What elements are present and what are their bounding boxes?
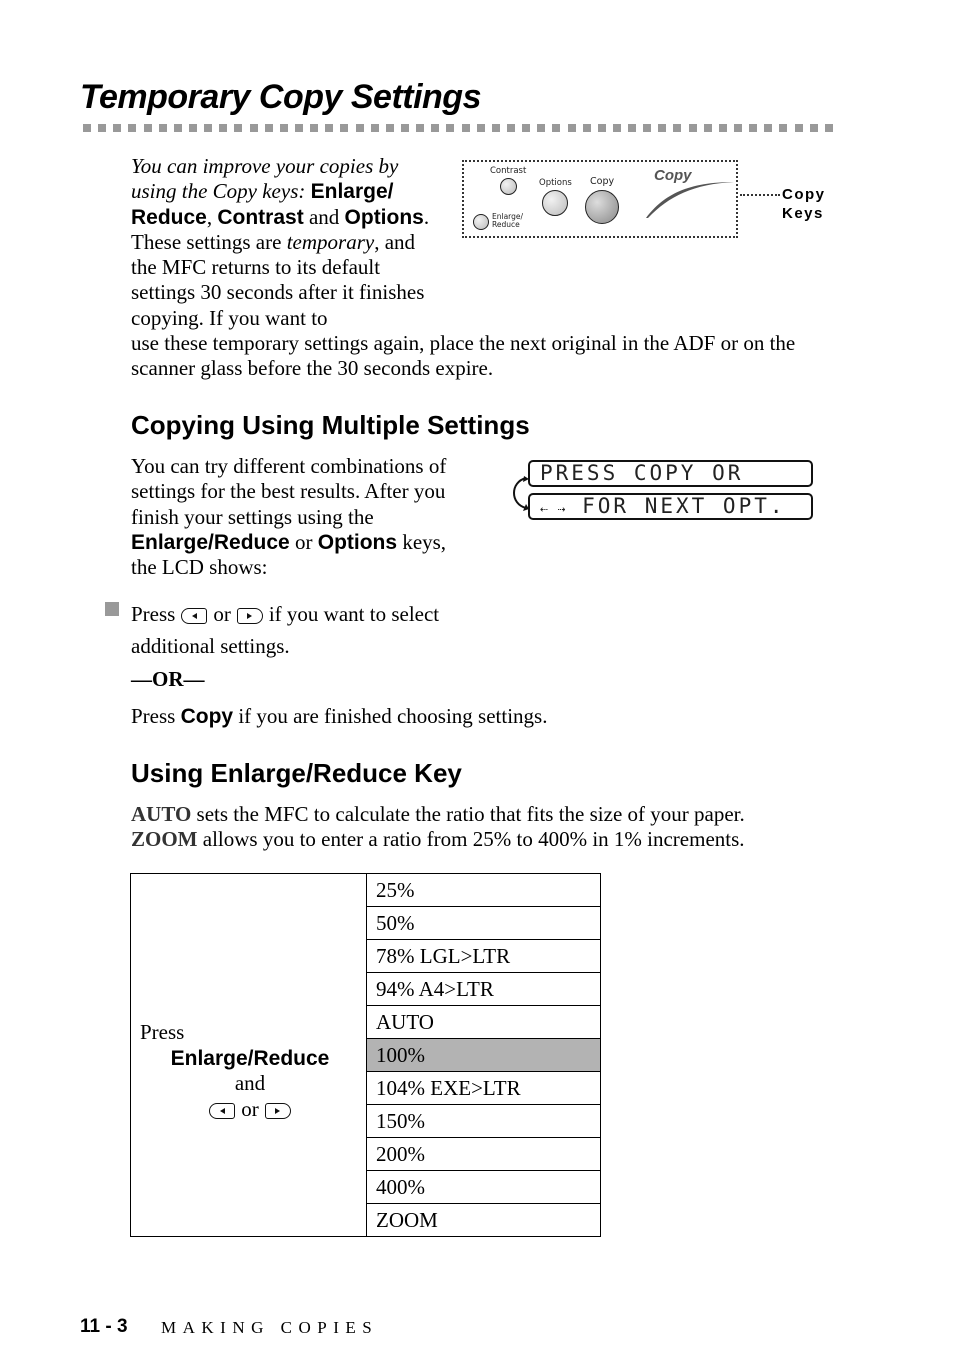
table-press: Press (140, 1020, 185, 1044)
contrast-label: Contrast (490, 166, 527, 176)
copy-logo-swoosh-icon (646, 182, 734, 218)
ratio-option: 100% (366, 1038, 601, 1072)
ratio-option: ZOOM (366, 1203, 601, 1237)
intro-and: and (308, 204, 340, 229)
press-copy-post: if you are finished choosing settings. (238, 704, 548, 728)
press-copy-key: Copy (180, 705, 234, 728)
press-copy-line: Press Copy if you are finished choosing … (131, 704, 547, 729)
section-heading-enlarge-reduce: Using Enlarge/Reduce Key (131, 758, 462, 788)
callout-line1: Copy (782, 186, 826, 203)
lcd-line-2-text: FOR NEXT OPT. (582, 494, 786, 518)
ratio-option: 25% (366, 873, 601, 907)
auto-desc: sets the MFC to calculate the ratio that… (196, 802, 745, 826)
auto-line: AUTO sets the MFC to calculate the ratio… (131, 802, 851, 827)
bullet-square-icon (105, 602, 119, 616)
page-title: Temporary Copy Settings (80, 78, 481, 116)
key-contrast: Contrast (217, 205, 304, 229)
ms-or: or (294, 529, 313, 554)
title-divider (83, 124, 833, 132)
enlarge-label-line2: Reduce (492, 220, 520, 229)
chapter-title: MAKING COPIES (161, 1318, 379, 1337)
left-arrow-key-icon (181, 608, 208, 625)
copy-key[interactable] (585, 190, 619, 224)
page-number: 11 - 3 (80, 1316, 128, 1337)
ratio-option: 104% EXE>LTR (366, 1071, 601, 1105)
right-arrow-key-icon (236, 608, 263, 625)
enlarge-reduce-table: Press Enlarge/Reduce and or 25% 50% 78% LGL>LT… (130, 873, 601, 1237)
contrast-key[interactable] (500, 178, 517, 195)
auto-term: AUTO (131, 802, 192, 826)
ratio-option: 400% (366, 1170, 601, 1204)
ms-key-options: Options (317, 530, 398, 554)
callout-leader (740, 194, 780, 196)
bullet-press-arrows: Press or if you want to select additional … (131, 598, 491, 662)
press-copy-pre: Press (131, 704, 176, 728)
lcd-line-1: PRESS COPY OR (528, 460, 813, 487)
table-key-enlarge-reduce: Enlarge/Reduce (170, 1046, 330, 1070)
intro-paragraph: You can improve your copies by using the… (131, 154, 430, 330)
enlarge-reduce-label: Enlarge/Reduce (492, 213, 523, 229)
ms-para-pre: You can try different combinations of se… (131, 454, 447, 529)
options-label: Options (539, 178, 572, 188)
intro-paragraph-cont: use these temporary settings again, plac… (131, 331, 841, 382)
lcd-arrows: ⇠ ⇢ (540, 502, 567, 517)
ratio-option: AUTO (366, 1005, 601, 1039)
ratio-option: 150% (366, 1104, 601, 1138)
ratio-option: 78% LGL>LTR (366, 939, 601, 973)
bullet-or: or (213, 602, 231, 626)
intro-s2-post-b: use these temporary settings again, plac… (131, 331, 796, 381)
instruction-cell: Press Enlarge/Reduce and or (130, 873, 367, 1237)
enlarge-reduce-description: AUTO sets the MFC to calculate the ratio… (131, 802, 851, 853)
table-arrow-keys: or (140, 1097, 360, 1123)
bullet-post: if you want to select additional setting… (131, 602, 440, 658)
table-row: Press Enlarge/Reduce and or 25% (130, 873, 601, 1237)
section-heading-multiple-settings: Copying Using Multiple Settings (131, 410, 530, 440)
key-options: Options (344, 205, 424, 229)
or-separator: —OR— (131, 667, 205, 691)
table-or: or (241, 1096, 259, 1121)
zoom-term: ZOOM (131, 827, 198, 852)
left-arrow-key-icon (209, 1102, 236, 1119)
ms-key-enlarge-reduce: Enlarge/Reduce (131, 530, 290, 554)
copy-label: Copy (590, 176, 615, 187)
copy-keys-callout: Copy Keys (782, 185, 826, 223)
callout-line2: Keys (782, 205, 824, 222)
multiple-settings-paragraph: You can try different combinations of se… (131, 454, 476, 580)
options-key[interactable] (542, 190, 568, 216)
ratio-option: 50% (366, 906, 601, 940)
right-arrow-key-icon (264, 1102, 291, 1119)
ratio-option: 200% (366, 1137, 601, 1171)
intro-temporary: temporary (286, 229, 375, 254)
zoom-desc: allows you to enter a ratio from 25% to … (202, 827, 745, 852)
enlarge-reduce-key[interactable] (473, 214, 489, 230)
copy-keys-panel: Contrast Options Copy Enlarge/Reduce Cop… (462, 160, 738, 238)
zoom-line: ZOOM allows you to enter a ratio from 25… (131, 827, 851, 852)
ratio-option: 94% A4>LTR (366, 972, 601, 1006)
bullet-press: Press (131, 602, 176, 626)
table-and: and (234, 1071, 266, 1095)
lcd-line-2: ⇠ ⇢ FOR NEXT OPT. (528, 493, 813, 520)
